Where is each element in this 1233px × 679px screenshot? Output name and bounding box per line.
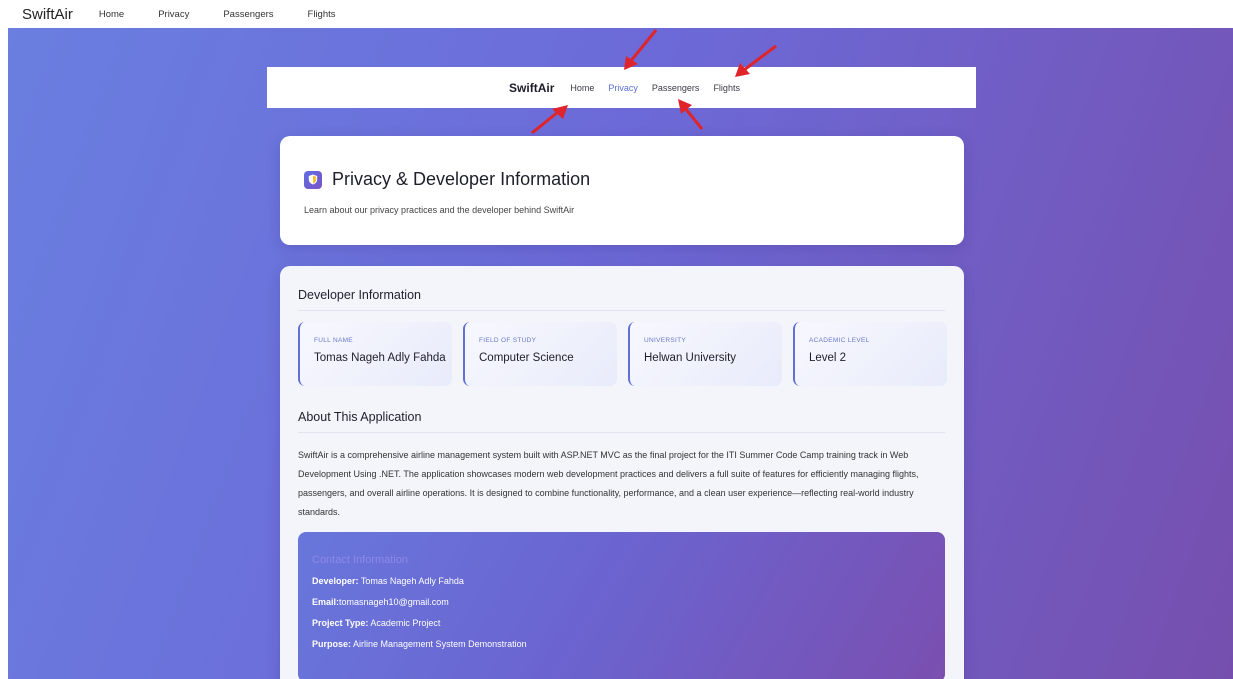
contact-project-type: Project Type: Academic Project bbox=[312, 618, 945, 628]
inner-navbar: SwiftAir Home Privacy Passengers Flights bbox=[267, 67, 976, 108]
contact-email: Email:tomasnageh10@gmail.com bbox=[312, 597, 945, 607]
section-divider bbox=[298, 432, 945, 433]
inner-nav-passengers[interactable]: Passengers bbox=[652, 83, 700, 93]
info-label: UNIVERSITY bbox=[644, 337, 687, 344]
contact-email-value[interactable]: tomasnageh10@gmail.com bbox=[339, 597, 449, 607]
info-label: ACADEMIC LEVEL bbox=[809, 337, 870, 344]
page-title-row: Privacy & Developer Information bbox=[304, 169, 590, 190]
top-navbar: SwiftAir Home Privacy Passengers Flights bbox=[0, 0, 1233, 28]
page-title: Privacy & Developer Information bbox=[332, 169, 591, 189]
content-card: Developer Information FULL NAME Tomas Na… bbox=[280, 266, 964, 679]
contact-developer-value: Tomas Nageh Adly Fahda bbox=[358, 576, 464, 586]
info-value: Level 2 bbox=[809, 352, 847, 364]
info-label: FULL NAME bbox=[314, 337, 353, 344]
top-nav-passengers[interactable]: Passengers bbox=[223, 9, 273, 20]
info-card-university: UNIVERSITY Helwan University bbox=[628, 322, 782, 386]
contact-developer-label: Developer: bbox=[312, 576, 359, 586]
page-background: SwiftAir Home Privacy Passengers Flights bbox=[8, 28, 1233, 679]
inner-nav-home[interactable]: Home bbox=[570, 83, 594, 93]
info-card-full-name: FULL NAME Tomas Nageh Adly Fahda bbox=[298, 322, 452, 386]
contact-title: Contact Information bbox=[312, 554, 408, 566]
top-nav-privacy[interactable]: Privacy bbox=[158, 9, 189, 20]
info-card-field-of-study: FIELD OF STUDY Computer Science bbox=[463, 322, 617, 386]
contact-purpose-label: Purpose: bbox=[312, 639, 352, 649]
info-value: Computer Science bbox=[479, 352, 574, 364]
contact-email-label: Email: bbox=[312, 597, 340, 607]
about-section-title: About This Application bbox=[298, 410, 422, 424]
info-label: FIELD OF STUDY bbox=[479, 337, 537, 344]
contact-info-box: Contact Information Developer: Tomas Nag… bbox=[298, 532, 945, 679]
inner-brand-link[interactable]: SwiftAir bbox=[509, 81, 554, 95]
page-subtitle: Learn about our privacy practices and th… bbox=[304, 205, 575, 215]
shield-icon bbox=[304, 170, 322, 189]
page-header-card: Privacy & Developer Information Learn ab… bbox=[280, 136, 964, 245]
info-value: Helwan University bbox=[644, 352, 737, 364]
contact-purpose: Purpose: Airline Management System Demon… bbox=[312, 639, 945, 649]
about-description: SwiftAir is a comprehensive airline mana… bbox=[298, 450, 919, 517]
contact-project-type-label: Project Type: bbox=[312, 618, 369, 628]
info-value: Tomas Nageh Adly Fahda bbox=[314, 352, 446, 364]
developer-section-title: Developer Information bbox=[298, 288, 421, 302]
top-nav-flights[interactable]: Flights bbox=[308, 9, 336, 20]
inner-nav-privacy[interactable]: Privacy bbox=[608, 83, 638, 93]
info-card-academic-level: ACADEMIC LEVEL Level 2 bbox=[793, 322, 947, 386]
contact-purpose-value: Airline Management System Demonstration bbox=[351, 639, 527, 649]
contact-developer: Developer: Tomas Nageh Adly Fahda bbox=[312, 576, 945, 586]
contact-project-type-value: Academic Project bbox=[368, 618, 441, 628]
inner-nav-flights[interactable]: Flights bbox=[713, 83, 740, 93]
developer-info-grid: FULL NAME Tomas Nageh Adly Fahda FIELD O… bbox=[298, 322, 947, 386]
top-nav-home[interactable]: Home bbox=[99, 9, 124, 20]
section-divider bbox=[298, 310, 945, 311]
top-brand-link[interactable]: SwiftAir bbox=[22, 6, 73, 23]
